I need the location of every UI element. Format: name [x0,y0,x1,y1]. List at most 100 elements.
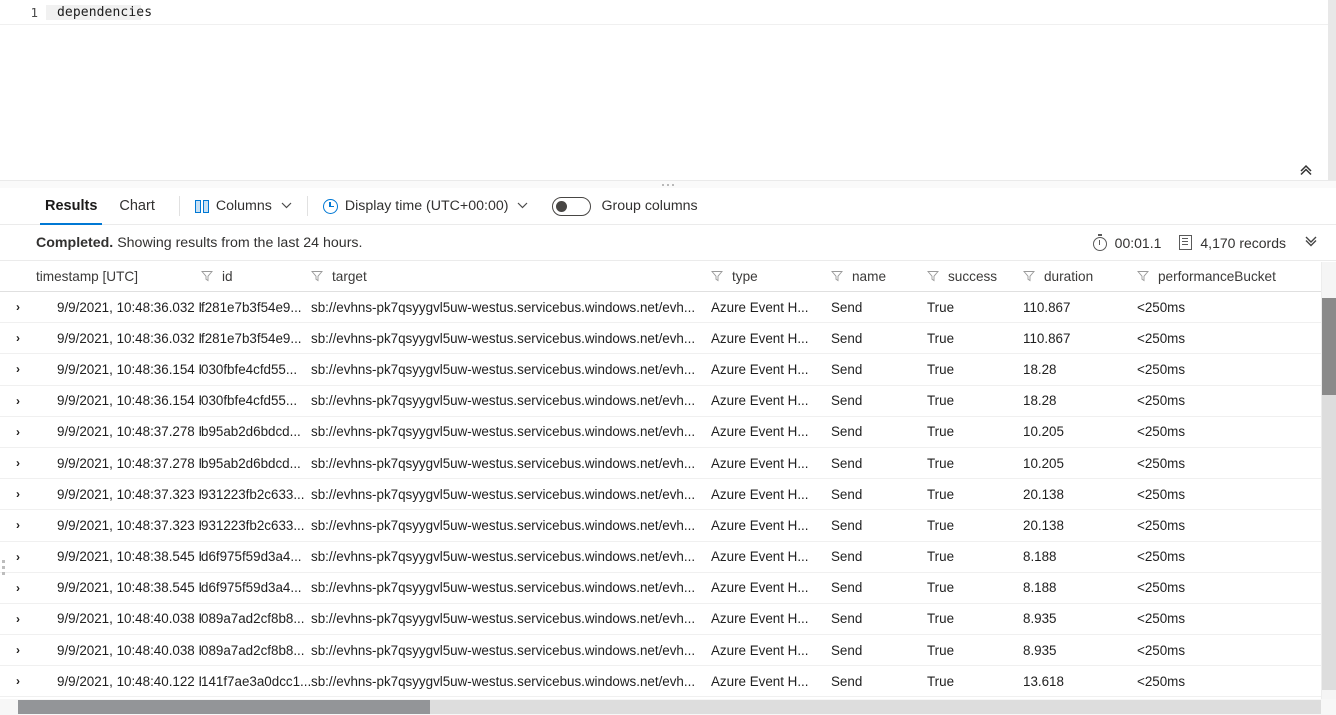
column-header-timestamp[interactable]: timestamp [UTC] [36,261,201,292]
line-number: 1 [30,4,38,20]
cell-type: Azure Event H... [711,299,809,315]
double-chevron-down-icon[interactable] [1304,235,1318,250]
table-row[interactable]: › 9/9/2021, 10:48:40.038 P... 089a7ad2cf8b… [0,635,1336,667]
pane-splitter[interactable] [0,180,1336,188]
cell-target: sb://evhns-pk7qsyygvl5uw-westus.serviceb… [311,673,696,689]
row-expand-icon[interactable]: › [0,331,36,345]
column-header-id[interactable]: id [201,261,311,292]
cell-name: Send [831,299,863,315]
column-header-duration[interactable]: duration [1023,261,1137,292]
cell-performancebucket: <250ms [1137,486,1186,502]
query-text[interactable]: dependencies [46,4,1336,20]
grid-left-grip-icon[interactable] [2,560,5,575]
cell-duration: 10.205 [1023,455,1064,471]
row-expand-icon[interactable]: › [0,612,36,626]
table-row[interactable]: › 9/9/2021, 10:48:40.122 PM141f7ae3a0dcc1… [0,666,1336,698]
column-header-success[interactable]: success [927,261,1023,292]
row-expand-icon[interactable]: › [0,487,36,501]
cell-success: True [927,611,955,627]
cell-name: Send [831,486,863,502]
cell-target: sb://evhns-pk7qsyygvl5uw-westus.serviceb… [311,580,696,596]
filter-icon-id[interactable] [201,270,213,282]
filter-icon-performancebucket[interactable] [1137,270,1149,282]
row-expand-icon[interactable]: › [0,394,36,408]
display-time-button[interactable]: Display time (UTC+00:00) [319,192,533,220]
column-header-type[interactable]: type [711,261,831,292]
table-row[interactable]: › 9/9/2021, 10:48:40.038 P... 089a7ad2cf8b… [0,603,1336,636]
column-header-performancebucket[interactable]: performanceBucket [1137,261,1307,292]
row-expand-icon[interactable]: › [0,643,36,657]
group-columns-label: Group columns [601,198,698,214]
row-expand-icon[interactable]: › [0,518,36,532]
group-columns-toggle[interactable]: Group columns [552,196,698,216]
row-expand-icon[interactable]: › [0,425,36,439]
table-row[interactable]: › 9/9/2021, 10:48:36.032 P... f281e7b3f54e… [0,292,1336,324]
columns-button[interactable]: Columns [191,192,296,220]
cell-performancebucket: <250ms [1137,393,1186,409]
query-editor-blank-area[interactable] [0,25,1336,180]
row-expand-icon[interactable]: › [0,362,36,376]
table-row[interactable]: › 9/9/2021, 10:48:37.278 PMb95ab2d6bdcd..… [0,447,1336,480]
records-icon [1179,235,1193,250]
filter-icon-duration[interactable] [1023,270,1035,282]
cell-type: Azure Event H... [711,580,809,596]
table-row[interactable]: › 9/9/2021, 10:48:37.278 PMb95ab2d6bdcd..… [0,416,1336,448]
toolbar-divider-2 [306,196,308,216]
cell-name: Send [831,580,863,596]
horizontal-scrollbar[interactable] [0,699,1336,715]
column-header-type-label: type [732,268,758,284]
table-row[interactable]: › 9/9/2021, 10:48:37.323 P... 931223fb2c63… [0,479,1336,511]
row-expand-icon[interactable]: › [0,550,36,564]
table-row[interactable]: › 9/9/2021, 10:48:36.154 PM030fbfe4cfd55.… [0,385,1336,417]
toggle-switch[interactable] [552,196,592,216]
cell-id: 089a7ad2cf8b8... [201,611,305,627]
row-expand-icon[interactable]: › [0,674,36,688]
cell-timestamp: 9/9/2021, 10:48:36.154 PM [57,361,201,377]
cell-success: True [927,549,955,565]
cell-id: 030fbfe4cfd55... [201,393,298,409]
filter-icon-type[interactable] [711,270,723,282]
cell-id: 931223fb2c633... [201,517,305,533]
cell-type: Azure Event H... [711,330,809,346]
clock-icon [322,198,338,214]
double-chevron-up-icon[interactable] [1295,160,1317,180]
cell-duration: 18.28 [1023,361,1057,377]
cell-id: 089a7ad2cf8b8... [201,642,305,658]
table-row[interactable]: › 9/9/2021, 10:48:38.545 P... d6f975f59d3a… [0,572,1336,604]
column-header-name[interactable]: name [831,261,927,292]
row-expand-icon[interactable]: › [0,456,36,470]
filter-icon-name[interactable] [831,270,843,282]
row-expand-icon[interactable]: › [0,300,36,314]
horizontal-scrollbar-thumb[interactable] [18,700,430,714]
cell-duration: 8.188 [1023,549,1057,565]
column-header-duration-label: duration [1044,268,1094,284]
cell-success: True [927,299,955,315]
cell-duration: 10.205 [1023,424,1064,440]
display-time-label: Display time (UTC+00:00) [344,198,509,214]
row-expand-icon[interactable]: › [0,581,36,595]
cell-duration: 8.935 [1023,611,1057,627]
table-row[interactable]: › 9/9/2021, 10:48:36.154 PM030fbfe4cfd55.… [0,354,1336,386]
cell-name: Send [831,611,863,627]
cell-duration: 110.867 [1023,299,1071,315]
table-row[interactable]: › 9/9/2021, 10:48:37.323 P... 931223fb2c63… [0,510,1336,542]
vertical-scrollbar-thumb[interactable] [1322,298,1336,395]
filter-icon-success[interactable] [927,270,939,282]
column-header-target[interactable]: target [311,261,711,292]
tab-results[interactable]: Results [36,188,106,225]
table-row[interactable]: › 9/9/2021, 10:48:38.545 P... d6f975f59d3a… [0,541,1336,573]
table-row[interactable]: › 9/9/2021, 10:48:36.032 P... f281e7b3f54e… [0,323,1336,355]
cell-type: Azure Event H... [711,673,809,689]
vertical-scrollbar[interactable] [1321,262,1336,700]
cell-duration: 13.618 [1023,673,1064,689]
cell-name: Send [831,642,863,658]
cell-timestamp: 9/9/2021, 10:48:37.323 P... [57,486,201,502]
cell-id: 931223fb2c633... [201,486,305,502]
cell-target: sb://evhns-pk7qsyygvl5uw-westus.serviceb… [311,361,696,377]
filter-icon-target[interactable] [311,270,323,282]
column-header-target-label: target [332,268,367,284]
tab-chart[interactable]: Chart [110,188,163,225]
query-editor-line[interactable]: 1 dependencies [0,0,1336,25]
cell-duration: 8.188 [1023,580,1057,596]
cell-timestamp: 9/9/2021, 10:48:36.032 P... [57,330,201,346]
